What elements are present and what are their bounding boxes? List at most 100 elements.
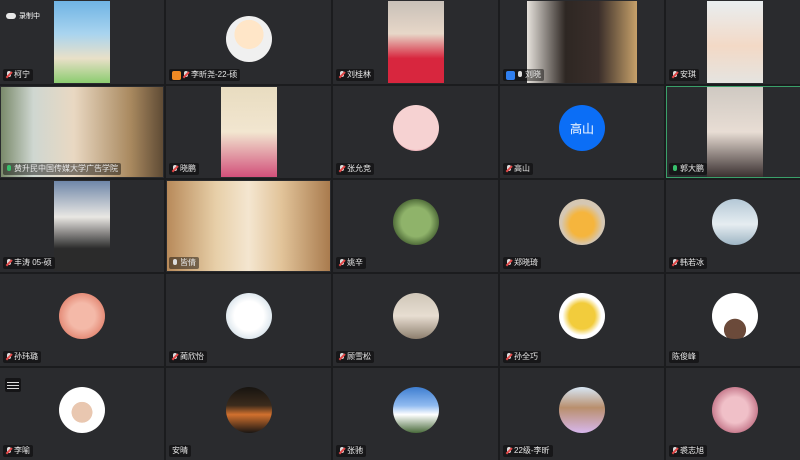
mic-muted-icon <box>672 71 678 79</box>
participant-nameplate: 晓鹏 <box>169 163 199 175</box>
participant-name: 顾雪松 <box>347 352 371 361</box>
participant-tile[interactable]: 陈俊峰 <box>666 274 800 366</box>
participant-tile[interactable]: 张允竞 <box>333 86 498 178</box>
mic-muted-icon <box>183 71 189 79</box>
participant-nameplate: 柯宁 <box>3 69 33 81</box>
participant-nameplate: 郭大鹏 <box>669 163 707 175</box>
participant-tile[interactable]: 安琪 <box>666 0 800 84</box>
mic-muted-icon <box>6 71 12 79</box>
participant-avatar <box>559 199 605 246</box>
participant-nameplate: 丰涛 05-硕 <box>3 257 55 269</box>
mic-icon <box>6 165 12 173</box>
mic-muted-icon <box>339 259 345 267</box>
participant-name: 刘桂林 <box>347 70 371 79</box>
participant-name: 柯宁 <box>14 70 30 79</box>
mic-muted-icon <box>172 353 178 361</box>
participant-name: 陈俊峰 <box>672 352 696 361</box>
mic-muted-icon <box>506 165 512 173</box>
cohost-icon <box>506 70 515 80</box>
participant-tile[interactable]: 黄升民中国传媒大学广告学院 <box>0 86 164 178</box>
video-grid: 录制中 柯宁 李昕尧-22-硕 刘桂林 刘晓 安琪 黄升民中国传媒大学广告学院 晓鹏 张允竞 高山… <box>0 0 800 460</box>
participant-avatar <box>225 387 272 434</box>
participant-tile[interactable]: 高山 高山 <box>500 86 664 178</box>
participant-tile[interactable]: 韩若冰 <box>666 180 800 272</box>
participant-nameplate: 黄升民中国传媒大学广告学院 <box>3 163 121 175</box>
participant-tile[interactable]: 郑晓琦 <box>500 180 664 272</box>
participant-tile[interactable]: 顾雪松 <box>333 274 498 366</box>
participant-video <box>220 87 277 177</box>
participant-avatar <box>392 293 439 340</box>
participant-video <box>387 1 444 83</box>
participant-tile[interactable]: 录制中 柯宁 <box>0 0 164 84</box>
participant-tile[interactable]: 张驰 <box>333 368 498 460</box>
mic-muted-icon <box>339 71 345 79</box>
participant-tile[interactable]: 22级-李昕 <box>500 368 664 460</box>
participant-tile[interactable]: 丰涛 05-硕 <box>0 180 164 272</box>
participant-avatar <box>712 293 758 340</box>
mic-muted-icon <box>672 447 678 455</box>
participant-avatar <box>59 293 105 340</box>
participant-avatar <box>559 293 605 340</box>
participant-tile[interactable]: 裘志旭 <box>666 368 800 460</box>
participant-tile[interactable]: 皆倩 <box>166 180 331 272</box>
mic-muted-icon <box>6 447 12 455</box>
participant-nameplate: 皆倩 <box>169 257 199 269</box>
participant-name: 李喻 <box>14 446 30 455</box>
participant-avatar <box>225 293 272 340</box>
participant-tile[interactable]: 蔺欣怡 <box>166 274 331 366</box>
mic-muted-icon <box>339 447 345 455</box>
participant-name: 孙玮璐 <box>14 352 38 361</box>
participant-avatar <box>712 387 758 434</box>
cloud-icon <box>6 13 16 19</box>
participant-tile[interactable]: 姚辛 <box>333 180 498 272</box>
participant-tile[interactable]: 刘桂林 <box>333 0 498 84</box>
participant-name: 晓鹏 <box>180 164 196 173</box>
participant-name: 安晴 <box>172 446 188 455</box>
participant-avatar <box>392 199 439 246</box>
mic-muted-icon <box>339 353 345 361</box>
mic-muted-icon <box>6 259 12 267</box>
participant-tile[interactable]: 孙玮璐 <box>0 274 164 366</box>
participant-tile[interactable]: 李喻 <box>0 368 164 460</box>
participant-name: 郭大鹏 <box>680 164 704 173</box>
participant-avatar <box>392 387 439 434</box>
participant-name: 刘晓 <box>525 70 541 79</box>
participant-tile[interactable]: 刘晓 <box>500 0 664 84</box>
participant-nameplate: 顾雪松 <box>336 351 374 363</box>
participant-name: 裘志旭 <box>680 446 704 455</box>
participant-name: 郑晓琦 <box>514 258 538 267</box>
participant-nameplate: 孙全巧 <box>503 351 541 363</box>
participant-nameplate: 陈俊峰 <box>669 351 699 363</box>
participant-nameplate: 张驰 <box>336 445 366 457</box>
participant-avatar <box>559 387 605 434</box>
mic-icon <box>672 165 678 173</box>
participant-name: 张驰 <box>347 446 363 455</box>
mic-muted-icon <box>672 259 678 267</box>
participant-tile[interactable]: 安晴 <box>166 368 331 460</box>
mic-icon <box>172 259 178 267</box>
participant-nameplate: 韩若冰 <box>669 257 707 269</box>
participant-avatar <box>712 199 758 246</box>
participant-name: 韩若冰 <box>680 258 704 267</box>
participant-name: 高山 <box>514 164 530 173</box>
participant-tile[interactable]: 郭大鹏 <box>666 86 800 178</box>
menu-icon[interactable] <box>5 378 21 392</box>
participant-video <box>54 181 110 271</box>
participant-name: 李昕尧-22-硕 <box>191 70 238 79</box>
participant-name: 蔺欣怡 <box>180 352 204 361</box>
participant-avatar <box>392 105 439 152</box>
participant-tile[interactable]: 晓鹏 <box>166 86 331 178</box>
participant-nameplate: 刘晓 <box>503 69 544 81</box>
participant-nameplate: 李昕尧-22-硕 <box>169 69 241 81</box>
participant-nameplate: 安琪 <box>669 69 699 81</box>
participant-tile[interactable]: 孙全巧 <box>500 274 664 366</box>
participant-avatar: 高山 <box>559 105 605 152</box>
participant-name: 22级-李昕 <box>514 446 550 455</box>
host-icon <box>172 70 181 80</box>
recording-indicator: 录制中 <box>6 11 40 21</box>
mic-muted-icon <box>339 165 345 173</box>
mic-muted-icon <box>506 259 512 267</box>
participant-nameplate: 22级-李昕 <box>503 445 553 457</box>
participant-nameplate: 郑晓琦 <box>503 257 541 269</box>
participant-tile[interactable]: 李昕尧-22-硕 <box>166 0 331 84</box>
